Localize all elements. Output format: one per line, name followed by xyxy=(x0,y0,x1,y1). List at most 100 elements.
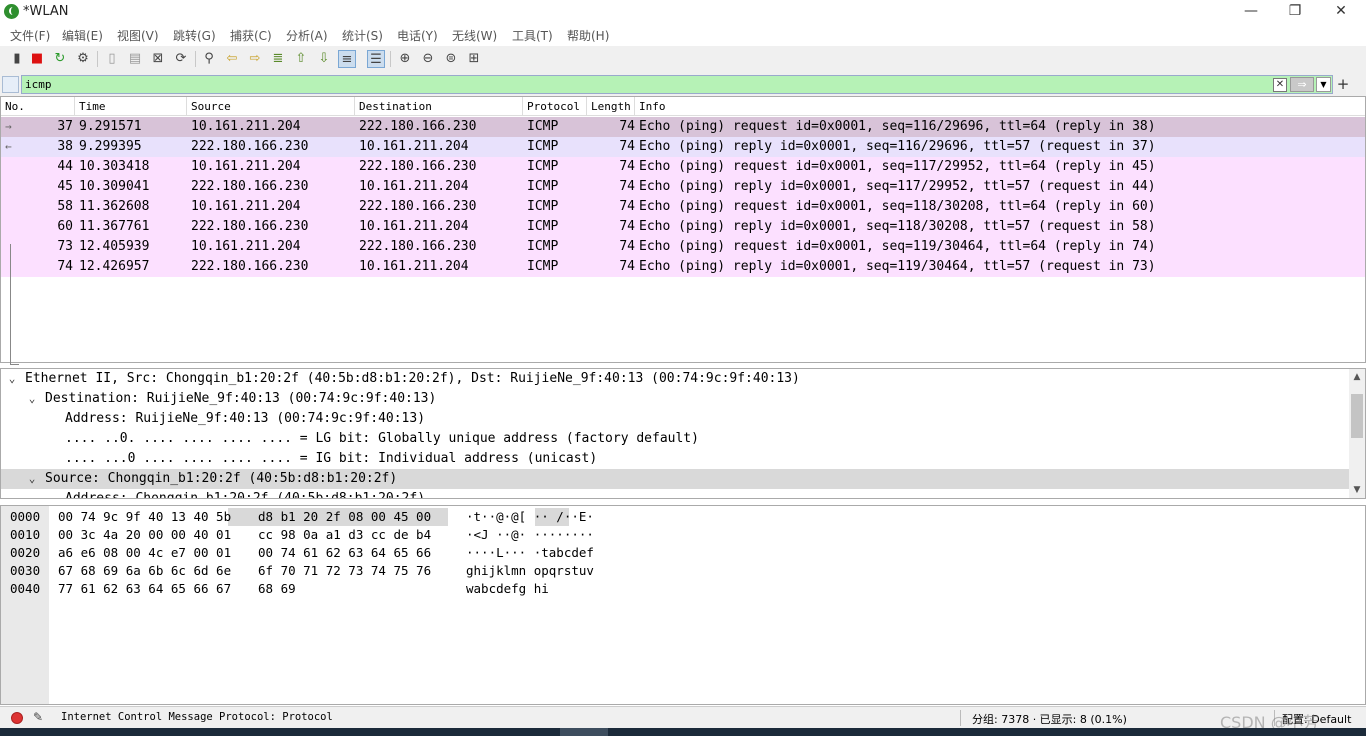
scroll-up-icon[interactable]: ▲ xyxy=(1349,369,1365,385)
menu-statistics[interactable]: 统计(S) xyxy=(342,27,383,44)
colorize-icon[interactable]: ☰ xyxy=(367,50,385,68)
bytes-hex-group-2[interactable]: 6f 70 71 72 73 74 75 76 xyxy=(258,562,431,580)
column-header-destination[interactable]: Destination xyxy=(355,97,523,116)
bytes-hex-group-1[interactable]: 67 68 69 6a 6b 6c 6d 6e xyxy=(58,562,231,580)
details-tree-item[interactable]: ⌄ Ethernet II, Src: Chongqin_b1:20:2f (40… xyxy=(1,369,1349,389)
details-tree-item[interactable]: Address: RuijieNe_9f:40:13 (00:74:9c:9f:… xyxy=(1,409,1349,429)
column-header-source[interactable]: Source xyxy=(187,97,355,116)
resize-columns-icon[interactable]: ⊞ xyxy=(465,50,483,68)
expand-chevron-icon[interactable]: ⌄ xyxy=(5,369,19,389)
toolbar-separator xyxy=(390,51,391,67)
packet-row[interactable]: 58 11.362608 10.161.211.204 222.180.166.230… xyxy=(1,197,1365,217)
packet-row[interactable]: 74 12.426957 222.180.166.230 10.161.211.204… xyxy=(1,257,1365,277)
column-header-time[interactable]: Time xyxy=(75,97,187,116)
zoom-out-icon[interactable]: ⊖ xyxy=(419,50,437,68)
bytes-hex-group-1[interactable]: 00 74 9c 9f 40 13 40 5b xyxy=(58,508,231,526)
packet-cell-dst: 222.180.166.230 xyxy=(359,119,477,134)
reload-file-icon[interactable]: ⟳ xyxy=(172,50,190,68)
menu-wireless[interactable]: 无线(W) xyxy=(452,27,497,44)
stop-capture-icon[interactable]: ■ xyxy=(28,50,46,68)
bytes-ascii[interactable]: wabcdefg hi xyxy=(466,580,549,598)
packet-cell-no: 44 xyxy=(57,159,73,174)
capture-comment-icon[interactable]: ✎ xyxy=(33,710,43,724)
capture-options-icon[interactable]: ⚙ xyxy=(74,50,92,68)
column-header-length[interactable]: Length xyxy=(587,97,635,116)
details-tree-item[interactable]: ⌄ Source: Chongqin_b1:20:2f (40:5b:d8:b1:… xyxy=(1,469,1349,489)
close-window-button[interactable]: ✕ xyxy=(1318,0,1364,24)
menu-telephony[interactable]: 电话(Y) xyxy=(397,27,438,44)
menu-tools[interactable]: 工具(T) xyxy=(512,27,553,44)
bytes-ascii[interactable]: ·t··@·@[ ·· /··E· xyxy=(466,508,594,526)
bytes-offset[interactable]: 0000 xyxy=(10,508,40,526)
packet-row[interactable]: 45 10.309041 222.180.166.230 10.161.211.204… xyxy=(1,177,1365,197)
packet-cell-len: 74 xyxy=(619,139,635,154)
go-back-icon[interactable]: ⇦ xyxy=(223,50,241,68)
column-header-no[interactable]: No. xyxy=(1,97,75,116)
taskbar-active-app[interactable] xyxy=(560,728,608,736)
column-header-protocol[interactable]: Protocol xyxy=(523,97,587,116)
menu-help[interactable]: 帮助(H) xyxy=(567,27,609,44)
bytes-offset[interactable]: 0030 xyxy=(10,562,40,580)
column-header-info[interactable]: Info xyxy=(635,97,1365,116)
details-tree-item[interactable]: ⌄ Destination: RuijieNe_9f:40:13 (00:74:9… xyxy=(1,389,1349,409)
bytes-ascii[interactable]: ·<J ··@· ········ xyxy=(466,526,594,544)
bytes-offset[interactable]: 0040 xyxy=(10,580,40,598)
shark-fin-start-icon[interactable]: ▮ xyxy=(8,50,26,68)
find-packet-icon[interactable]: ⚲ xyxy=(200,50,218,68)
recent-filters-dropdown[interactable]: ▼ xyxy=(1316,77,1331,92)
packet-row[interactable]: 73 12.405939 10.161.211.204 222.180.166.230… xyxy=(1,237,1365,257)
packet-cell-time: 12.426957 xyxy=(79,259,150,274)
bytes-ascii[interactable]: ····L··· ·tabcdef xyxy=(466,544,594,562)
bytes-hex-group-2[interactable]: d8 b1 20 2f 08 00 45 00 xyxy=(258,508,431,526)
details-scrollbar[interactable]: ▲ ▼ xyxy=(1349,369,1365,498)
scrollbar-thumb[interactable] xyxy=(1351,394,1363,438)
clear-filter-button[interactable]: ✕ xyxy=(1273,78,1287,92)
packet-row[interactable]: ← 38 9.299395 222.180.166.230 10.161.211.204… xyxy=(1,137,1365,157)
minimize-button[interactable]: — xyxy=(1228,0,1274,24)
menu-capture[interactable]: 捕获(C) xyxy=(230,27,272,44)
restart-capture-icon[interactable]: ↻ xyxy=(51,50,69,68)
menu-view[interactable]: 视图(V) xyxy=(117,27,159,44)
expert-info-icon[interactable] xyxy=(11,712,23,724)
add-filter-button[interactable]: + xyxy=(1336,75,1350,93)
packet-row[interactable]: → 37 9.291571 10.161.211.204 222.180.166.230… xyxy=(1,117,1365,137)
zoom-reset-icon[interactable]: ⊜ xyxy=(442,50,460,68)
filter-bookmark-icon[interactable] xyxy=(2,76,19,93)
packet-cell-info: Echo (ping) reply id=0x0001, seq=118/302… xyxy=(639,219,1156,234)
close-file-icon[interactable]: ⊠ xyxy=(149,50,167,68)
bytes-ascii[interactable]: ghijklmn opqrstuv xyxy=(466,562,594,580)
maximize-button[interactable]: ❐ xyxy=(1272,0,1318,24)
bytes-hex-group-1[interactable]: a6 e6 08 00 4c e7 00 01 xyxy=(58,544,231,562)
bytes-hex-group-2[interactable]: 68 69 xyxy=(258,580,296,598)
packet-details-pane: ⌄ Ethernet II, Src: Chongqin_b1:20:2f (40… xyxy=(0,368,1366,499)
zoom-in-icon[interactable]: ⊕ xyxy=(396,50,414,68)
packet-row[interactable]: 44 10.303418 10.161.211.204 222.180.166.230… xyxy=(1,157,1365,177)
auto-scroll-icon[interactable]: ≡ xyxy=(338,50,356,68)
go-forward-icon[interactable]: ⇨ xyxy=(246,50,264,68)
first-packet-icon[interactable]: ⇧ xyxy=(292,50,310,68)
bytes-hex-group-2[interactable]: cc 98 0a a1 d3 cc de b4 xyxy=(258,526,431,544)
apply-filter-button[interactable]: ⇒ xyxy=(1290,77,1314,92)
last-packet-icon[interactable]: ⇩ xyxy=(315,50,333,68)
go-to-packet-icon[interactable]: ≣ xyxy=(269,50,287,68)
details-tree-item[interactable]: Address: Chongqin_b1:20:2f (40:5b:d8:b1:… xyxy=(1,489,1349,498)
details-tree-item[interactable]: .... ...0 .... .... .... .... = IG bit: … xyxy=(1,449,1349,469)
expand-chevron-icon[interactable]: ⌄ xyxy=(25,469,39,489)
packet-cell-dst: 10.161.211.204 xyxy=(359,179,469,194)
expand-chevron-icon[interactable]: ⌄ xyxy=(25,389,39,409)
bytes-offset[interactable]: 0010 xyxy=(10,526,40,544)
menu-analyze[interactable]: 分析(A) xyxy=(286,27,328,44)
menu-file[interactable]: 文件(F) xyxy=(10,27,50,44)
save-file-icon[interactable]: ▤ xyxy=(126,50,144,68)
packet-row[interactable]: 60 11.367761 222.180.166.230 10.161.211.204… xyxy=(1,217,1365,237)
details-tree-item[interactable]: .... ..0. .... .... .... .... = LG bit: … xyxy=(1,429,1349,449)
bytes-hex-group-1[interactable]: 00 3c 4a 20 00 00 40 01 xyxy=(58,526,231,544)
display-filter-input[interactable]: icmp xyxy=(21,75,1333,94)
bytes-hex-group-1[interactable]: 77 61 62 63 64 65 66 67 xyxy=(58,580,231,598)
menu-edit[interactable]: 编辑(E) xyxy=(62,27,103,44)
open-file-icon[interactable]: ▯ xyxy=(103,50,121,68)
menu-go[interactable]: 跳转(G) xyxy=(173,27,216,44)
bytes-hex-group-2[interactable]: 00 74 61 62 63 64 65 66 xyxy=(258,544,431,562)
bytes-offset[interactable]: 0020 xyxy=(10,544,40,562)
scroll-down-icon[interactable]: ▼ xyxy=(1349,482,1365,498)
